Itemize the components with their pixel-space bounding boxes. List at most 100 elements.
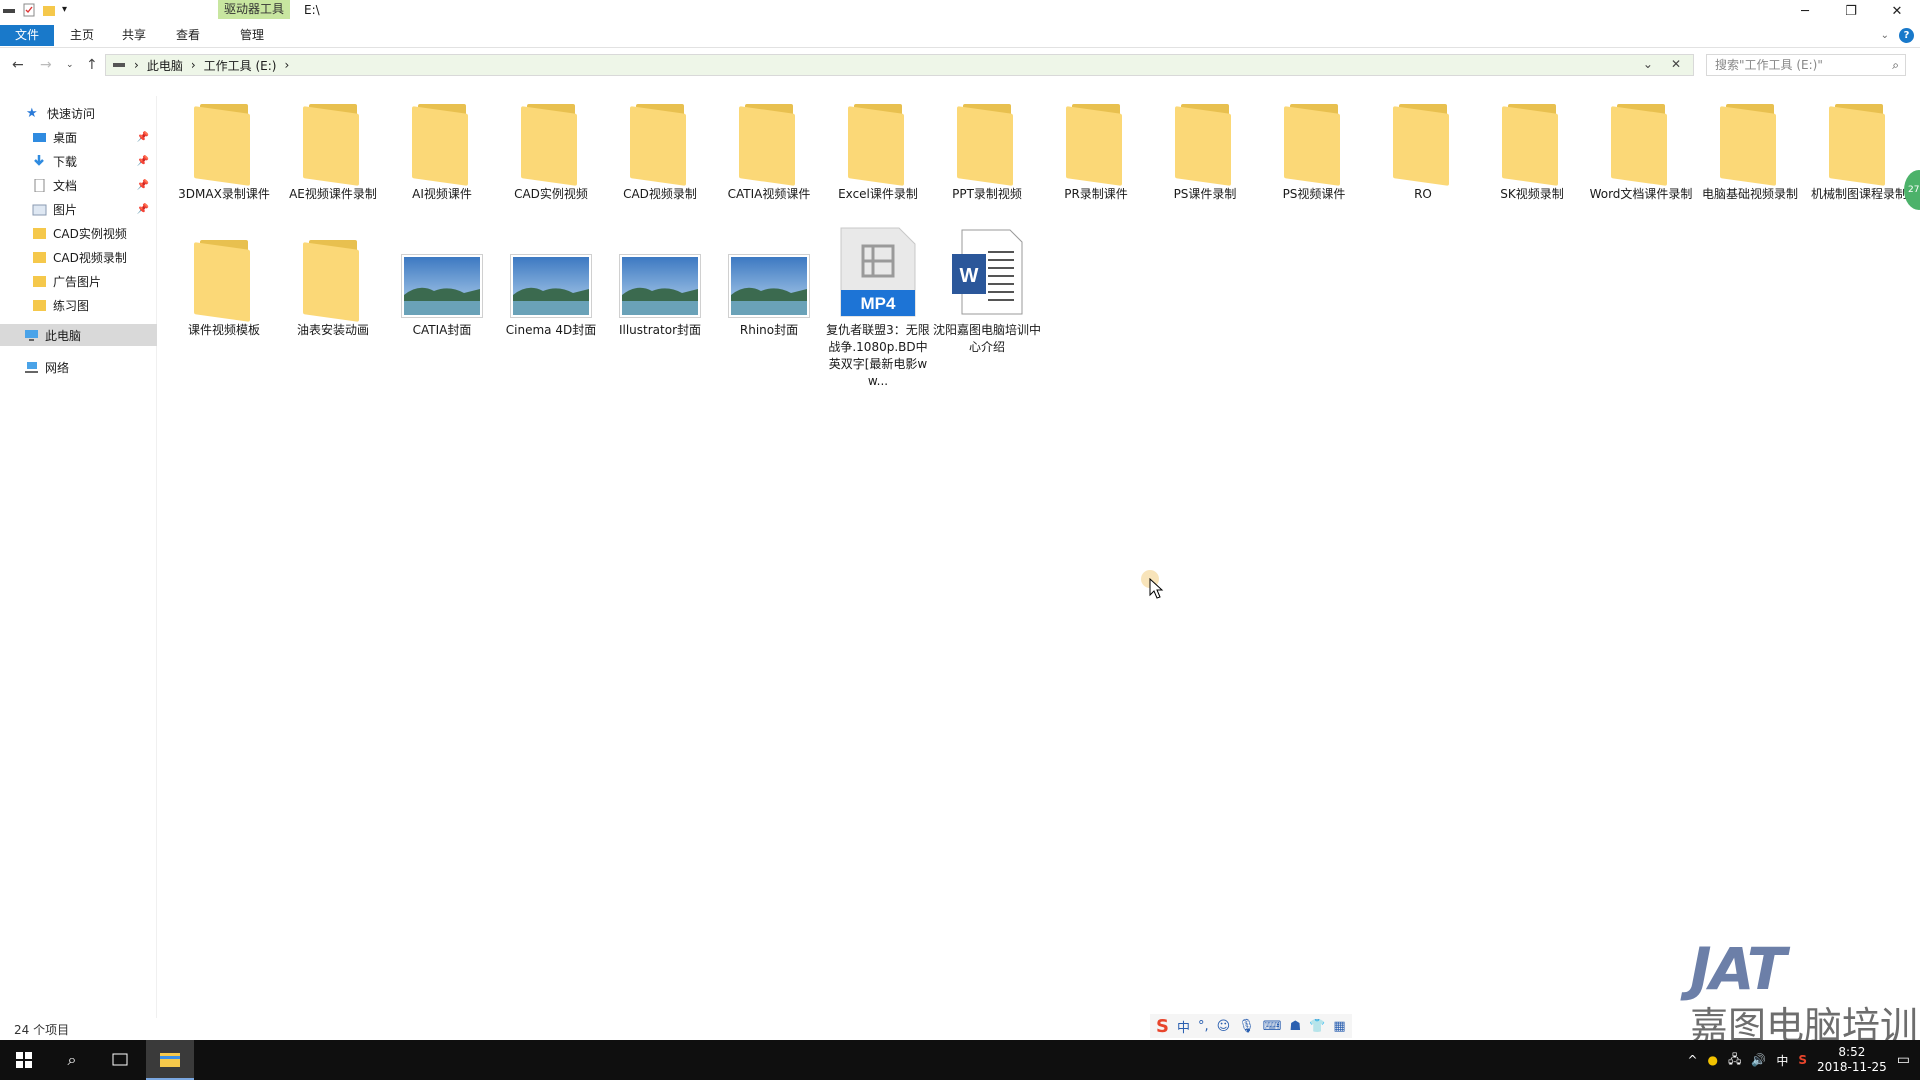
nav-this-pc[interactable]: 此电脑 <box>0 324 157 346</box>
sogou-logo-icon[interactable]: S <box>1156 1016 1169 1037</box>
file-item[interactable]: Word文档课件录制 <box>1587 92 1695 203</box>
show-hidden-icons-icon[interactable]: ^ <box>1687 1053 1697 1067</box>
window-controls: ─ ❐ ✕ <box>1782 0 1920 23</box>
file-thumbnail <box>824 92 932 186</box>
microphone-icon[interactable]: 🎙 <box>1238 1019 1255 1034</box>
file-thumbnail <box>279 228 387 322</box>
close-button[interactable]: ✕ <box>1874 0 1920 23</box>
pin-icon[interactable]: 📌 <box>137 132 149 143</box>
file-item[interactable]: 课件视频模板 <box>170 228 278 339</box>
user-icon[interactable]: ☗ <box>1289 1019 1301 1034</box>
search-input[interactable]: 搜索"工作工具 (E:)" ⌕ <box>1706 54 1906 76</box>
file-item[interactable]: PS视频课件 <box>1260 92 1368 203</box>
file-item[interactable]: PS课件录制 <box>1151 92 1259 203</box>
qat-dropdown-icon[interactable]: ▾ <box>62 3 76 17</box>
tab-file[interactable]: 文件 <box>0 25 54 46</box>
file-item[interactable]: AI视频课件 <box>388 92 496 203</box>
toolbox-icon[interactable]: ▦ <box>1333 1019 1345 1034</box>
sidebar-item[interactable]: CAD实例视频 <box>0 222 157 244</box>
task-view-button[interactable] <box>96 1040 144 1080</box>
ime-mode-toggle[interactable]: 中 <box>1177 1017 1190 1036</box>
new-folder-icon[interactable] <box>42 3 56 17</box>
search-taskbar-button[interactable]: ⌕ <box>48 1040 96 1080</box>
expand-ribbon-icon[interactable]: ⌄ <box>1881 30 1889 41</box>
folder-icon <box>630 104 690 186</box>
tab-share[interactable]: 共享 <box>116 25 152 46</box>
input-language[interactable]: 中 <box>1776 1052 1788 1069</box>
folder-icon <box>957 104 1017 186</box>
start-button[interactable] <box>0 1040 48 1080</box>
breadcrumb-drive-e[interactable]: 工作工具 (E:) <box>204 57 277 74</box>
file-item[interactable]: PR录制课件 <box>1042 92 1150 203</box>
file-thumbnail <box>1369 92 1477 186</box>
tab-home[interactable]: 主页 <box>64 25 100 46</box>
file-item[interactable]: W 沈阳嘉图电脑培训中心介绍 <box>933 228 1041 356</box>
properties-icon[interactable] <box>22 3 36 17</box>
file-item[interactable]: MP4 复仇者联盟3：无限战争.1080p.BD中英双字[最新电影ww... <box>824 227 932 390</box>
file-item[interactable]: 3DMAX录制课件 <box>170 92 278 203</box>
pin-icon[interactable]: 📌 <box>137 180 149 191</box>
image-thumbnail-icon <box>401 254 483 318</box>
volume-icon[interactable]: 🔊 <box>1751 1053 1766 1067</box>
file-item[interactable]: Illustrator封面 <box>606 228 714 339</box>
file-item[interactable]: CATIA封面 <box>388 228 496 339</box>
file-item[interactable]: 电脑基础视频录制 <box>1696 92 1804 203</box>
skin-icon[interactable]: 👕 <box>1309 1019 1325 1034</box>
keyboard-icon[interactable]: ⌨ <box>1263 1019 1282 1034</box>
file-item[interactable]: CATIA视频课件 <box>715 92 823 203</box>
nav-network[interactable]: 网络 <box>0 356 157 378</box>
sidebar-item[interactable]: 下载 📌 <box>0 150 157 172</box>
file-item[interactable]: Excel课件录制 <box>824 92 932 203</box>
emoji-icon[interactable]: ☺ <box>1217 1019 1231 1034</box>
recent-locations-icon[interactable]: ⌄ <box>66 60 74 70</box>
sidebar-item[interactable]: 文档 📌 <box>0 174 157 196</box>
file-item[interactable]: Rhino封面 <box>715 228 823 339</box>
tab-view[interactable]: 查看 <box>170 25 206 46</box>
file-name: 沈阳嘉图电脑培训中心介绍 <box>933 323 1042 354</box>
breadcrumb-this-pc[interactable]: 此电脑 <box>147 57 183 74</box>
file-item[interactable]: AE视频课件录制 <box>279 92 387 203</box>
file-item[interactable]: SK视频录制 <box>1478 92 1586 203</box>
file-item[interactable]: 机械制图课程录制 <box>1805 92 1913 203</box>
action-center-icon[interactable]: ▭ <box>1897 1052 1910 1068</box>
tab-manage[interactable]: 管理 <box>230 25 274 46</box>
nav-quick-access[interactable]: ★ 快速访问 <box>0 102 157 124</box>
drive-icon[interactable] <box>2 3 16 17</box>
help-icon[interactable]: ? <box>1899 28 1914 43</box>
folder-icon <box>1829 104 1889 186</box>
image-thumbnail-icon <box>510 254 592 318</box>
file-thumbnail <box>1478 92 1586 186</box>
file-item[interactable]: 油表安装动画 <box>279 228 387 339</box>
file-explorer-taskbar-button[interactable] <box>146 1040 194 1080</box>
punctuation-icon[interactable]: °, <box>1198 1019 1209 1034</box>
up-arrow-icon[interactable]: ↑ <box>86 57 98 73</box>
pin-icon[interactable]: 📌 <box>137 204 149 215</box>
network-tray-icon[interactable]: 🖧 <box>1728 1050 1741 1071</box>
word-file-icon: W <box>948 226 1026 318</box>
restore-button[interactable]: ❐ <box>1828 0 1874 23</box>
file-thumbnail <box>170 92 278 186</box>
file-item[interactable]: RO <box>1369 92 1477 203</box>
file-item[interactable]: PPT录制视频 <box>933 92 1041 203</box>
back-arrow-icon[interactable]: ← <box>12 57 24 73</box>
file-item[interactable]: CAD视频录制 <box>606 92 714 203</box>
pin-icon[interactable]: 📌 <box>137 156 149 167</box>
sidebar-item[interactable]: 练习图 <box>0 294 157 316</box>
tray-app-icon[interactable]: ● <box>1708 1053 1718 1067</box>
forward-arrow-icon[interactable]: → <box>40 57 52 73</box>
sidebar-item[interactable]: 广告图片 <box>0 270 157 292</box>
address-bar[interactable]: › 此电脑 › 工作工具 (E:) › ⌄ ✕ <box>105 54 1694 76</box>
clear-address-icon[interactable]: ✕ <box>1671 57 1681 71</box>
search-icon: ⌕ <box>67 1050 77 1069</box>
watermark-brand: JAT <box>1690 935 1786 1003</box>
file-item[interactable]: Cinema 4D封面 <box>497 228 605 339</box>
sidebar-item[interactable]: 桌面 📌 <box>0 126 157 148</box>
clock[interactable]: 8:52 2018-11-25 <box>1817 1045 1887 1075</box>
history-dropdown-icon[interactable]: ⌄ <box>1643 57 1653 71</box>
sidebar-item[interactable]: CAD视频录制 <box>0 246 157 268</box>
svg-text:W: W <box>960 265 979 287</box>
sogou-tray-icon[interactable]: S <box>1798 1053 1807 1067</box>
file-item[interactable]: CAD实例视频 <box>497 92 605 203</box>
minimize-button[interactable]: ─ <box>1782 0 1828 23</box>
sidebar-item[interactable]: 图片 📌 <box>0 198 157 220</box>
